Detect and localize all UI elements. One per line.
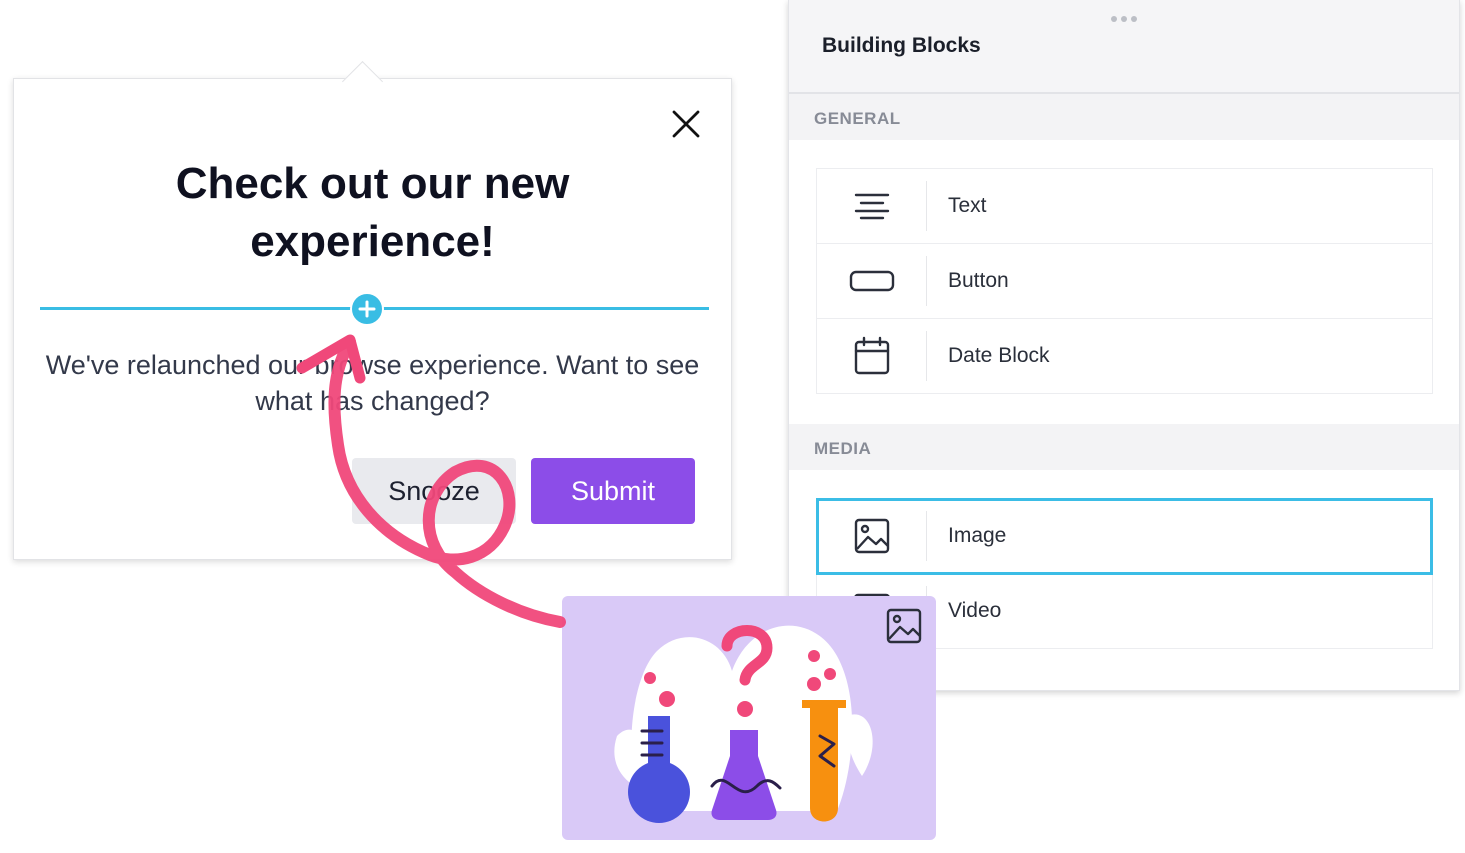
modal-pointer xyxy=(341,60,384,103)
image-drag-preview[interactable] xyxy=(562,596,936,840)
add-block-button[interactable] xyxy=(350,292,384,326)
calendar-icon xyxy=(845,335,899,377)
plus-icon xyxy=(358,300,376,318)
text-align-icon xyxy=(845,185,899,227)
modal-title: Check out our new experience! xyxy=(175,159,570,266)
section-general: GENERAL xyxy=(789,94,1459,140)
block-item-text[interactable]: Text xyxy=(817,169,1432,244)
building-blocks-panel: Building Blocks GENERAL Text Button Date… xyxy=(788,0,1460,691)
panel-title: Building Blocks xyxy=(822,34,981,57)
announcement-modal: Check out our new experience! We've rela… xyxy=(13,60,732,560)
block-label-text: Text xyxy=(948,194,987,217)
block-item-button[interactable]: Button xyxy=(817,244,1432,319)
image-icon xyxy=(886,608,922,644)
block-item-date-block[interactable]: Date Block xyxy=(817,319,1432,393)
science-illustration xyxy=(614,625,873,823)
panel-header: Building Blocks xyxy=(789,0,1459,94)
block-label-video: Video xyxy=(948,599,1002,622)
drag-handle-icon[interactable] xyxy=(1111,16,1137,22)
section-media: MEDIA xyxy=(789,424,1459,470)
general-block-list: Text Button Date Block xyxy=(816,168,1433,394)
block-item-image[interactable]: Image xyxy=(816,498,1433,575)
block-label-date-block: Date Block xyxy=(948,344,1050,367)
submit-button[interactable]: Submit xyxy=(531,458,695,524)
image-icon xyxy=(845,515,899,557)
block-separator xyxy=(926,256,927,306)
snooze-button[interactable]: Snooze xyxy=(352,458,516,524)
block-separator xyxy=(926,331,927,381)
block-label-button: Button xyxy=(948,269,1009,292)
section-label-media: MEDIA xyxy=(814,439,872,458)
button-icon xyxy=(845,260,899,302)
block-separator xyxy=(926,181,927,231)
block-separator xyxy=(926,511,927,561)
modal-body-text: We've relaunched our browse experience. … xyxy=(45,350,700,416)
section-label-general: GENERAL xyxy=(814,109,901,128)
block-label-image: Image xyxy=(948,524,1007,547)
close-icon[interactable] xyxy=(668,106,704,142)
